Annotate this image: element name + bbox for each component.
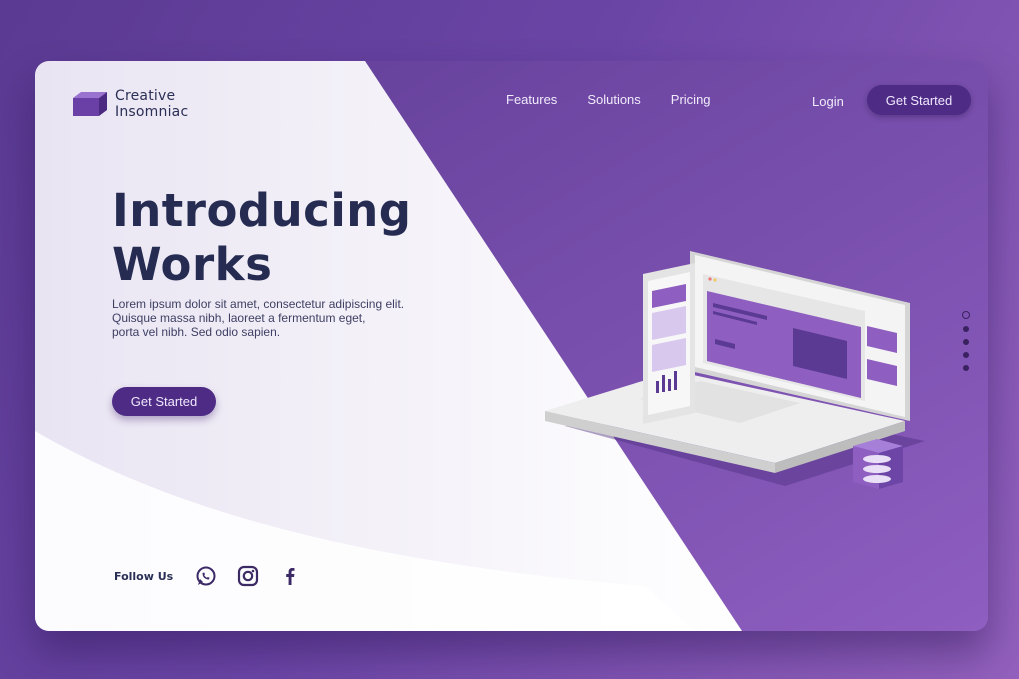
cube-logo-icon bbox=[73, 92, 107, 116]
hero-get-started-button[interactable]: Get Started bbox=[112, 387, 216, 416]
hero-title-line1: Introducing bbox=[112, 184, 412, 237]
nav-item-solutions[interactable]: Solutions bbox=[587, 92, 640, 107]
database-disk-3 bbox=[863, 475, 891, 483]
brand-logo[interactable]: Creative Insomniac bbox=[71, 88, 188, 120]
browser-dot-red bbox=[708, 277, 712, 281]
nav-item-features[interactable]: Features bbox=[506, 92, 557, 107]
device-illustration bbox=[545, 251, 925, 489]
landing-card: Creative Insomniac Features Solutions Pr… bbox=[35, 61, 988, 631]
header-get-started-button[interactable]: Get Started bbox=[867, 85, 971, 115]
database-disk-1 bbox=[863, 455, 891, 463]
hero-desc-line3: porta vel nibh. Sed odio sapien. bbox=[112, 325, 281, 339]
login-link[interactable]: Login bbox=[812, 94, 844, 109]
phone-bar-2 bbox=[662, 375, 665, 392]
hero-title: Introducing Works bbox=[112, 184, 412, 292]
brand-name: Creative Insomniac bbox=[115, 88, 188, 120]
database-disk-2 bbox=[863, 465, 891, 473]
follow-us-label: Follow Us bbox=[114, 569, 174, 583]
main-nav: Features Solutions Pricing bbox=[506, 92, 741, 107]
facebook-icon[interactable] bbox=[279, 565, 301, 587]
phone-bar-4 bbox=[674, 371, 677, 390]
nav-item-pricing[interactable]: Pricing bbox=[671, 92, 711, 107]
pagination-dot-3[interactable] bbox=[963, 339, 969, 345]
pagination-dot-2[interactable] bbox=[963, 326, 969, 332]
phone-bar-3 bbox=[668, 379, 671, 391]
pagination-dot-5[interactable] bbox=[963, 365, 969, 371]
hero-title-line2: Works bbox=[112, 238, 273, 291]
phone-bar-1 bbox=[656, 381, 659, 393]
slide-pagination bbox=[962, 311, 970, 378]
whatsapp-icon[interactable] bbox=[195, 565, 217, 587]
hero-description: Lorem ipsum dolor sit amet, consectetur … bbox=[112, 297, 472, 339]
hero-desc-line1: Lorem ipsum dolor sit amet, consectetur … bbox=[112, 297, 405, 311]
pagination-dot-4[interactable] bbox=[963, 352, 969, 358]
brand-name-line1: Creative bbox=[115, 88, 176, 104]
follow-us: Follow Us bbox=[114, 565, 321, 587]
brand-name-line2: Insomniac bbox=[115, 104, 189, 120]
pagination-dot-1[interactable] bbox=[962, 311, 970, 319]
instagram-icon[interactable] bbox=[237, 565, 259, 587]
hero-desc-line2: Quisque massa nibh, laoreet a fermentum … bbox=[112, 311, 366, 325]
browser-dot-yellow bbox=[713, 278, 717, 282]
